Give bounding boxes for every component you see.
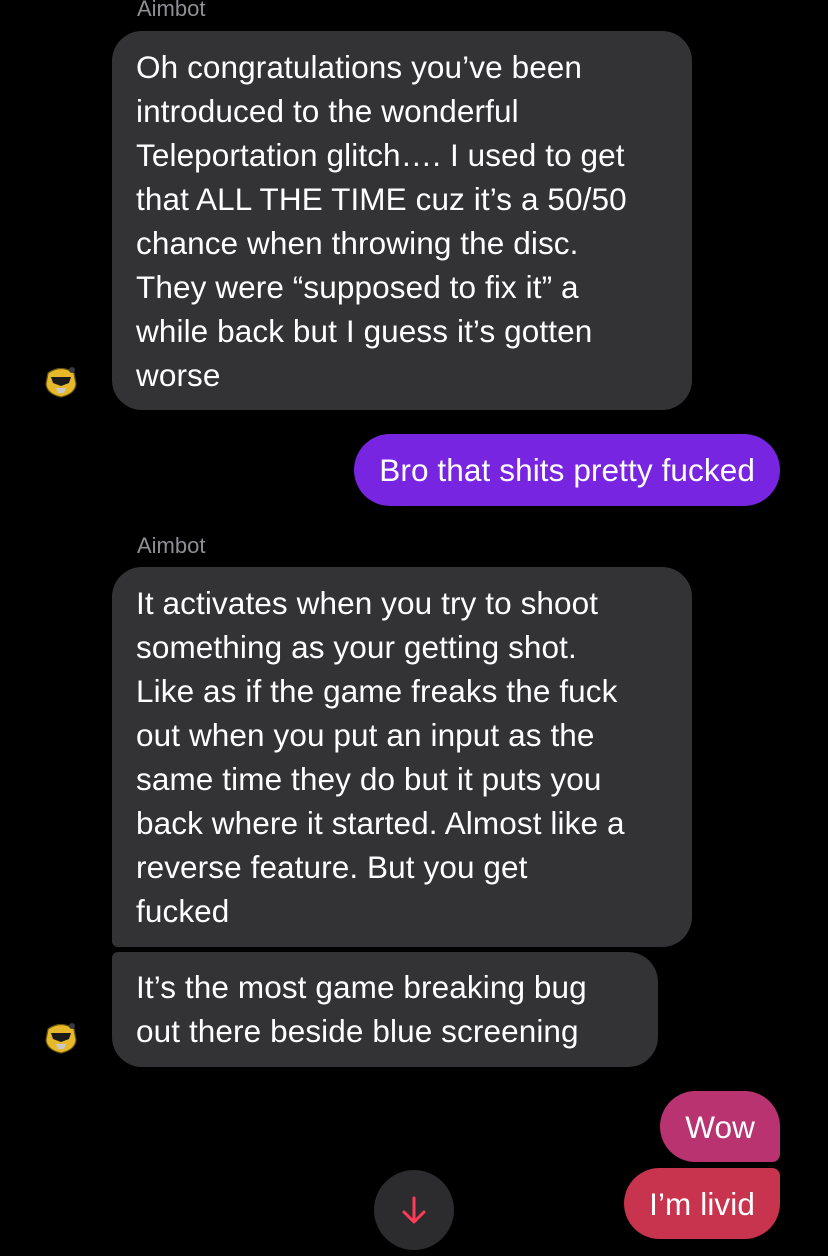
message-line: reverse feature. But you get	[136, 849, 528, 885]
message-line: introduced to the wonderful	[136, 93, 519, 129]
message-line: It activates when you try to shoot	[136, 585, 599, 621]
message-line: that ALL THE TIME cuz it’s a 50/50	[136, 181, 627, 217]
message-bubble-incoming[interactable]: It’s the most game breaking bug out ther…	[112, 952, 658, 1067]
message-bubble-outgoing[interactable]: I’m livid	[624, 1168, 780, 1239]
message-bubble-incoming[interactable]: It activates when you try to shoot somet…	[112, 567, 692, 947]
message-line: worse	[136, 357, 221, 393]
avatar[interactable]	[44, 364, 78, 398]
message-bubble-outgoing[interactable]: Wow	[660, 1091, 780, 1162]
sender-name: Aimbot	[137, 0, 206, 21]
message-line: something as your getting shot.	[136, 629, 577, 665]
yellow-ranger-helmet-icon	[45, 367, 77, 398]
message-line: while back but I guess it’s gotten	[136, 313, 593, 349]
message-line: Like as if the game freaks the fuck	[136, 673, 618, 709]
avatar[interactable]	[44, 1020, 78, 1054]
message-line: It’s the most game breaking bug	[136, 969, 587, 1005]
message-line: Oh congratulations you’ve been	[136, 49, 583, 85]
yellow-ranger-helmet-icon	[45, 1023, 77, 1054]
message-line: out there beside blue screening	[136, 1013, 579, 1049]
message-line: chance when throwing the disc.	[136, 225, 579, 261]
arrow-down-icon	[402, 1196, 426, 1224]
message-line: back where it started. Almost like a	[136, 805, 625, 841]
message-bubble-incoming[interactable]: Oh congratulations you’ve been introduce…	[112, 31, 692, 410]
message-line: out when you put an input as the	[136, 717, 595, 753]
message-line: same time they do but it puts you	[136, 761, 602, 797]
message-line: fucked	[136, 893, 230, 929]
scroll-to-bottom-button[interactable]	[374, 1170, 454, 1250]
sender-name: Aimbot	[137, 533, 206, 558]
message-line: Teleportation glitch…. I used to get	[136, 137, 625, 173]
message-bubble-outgoing[interactable]: Bro that shits pretty fucked	[354, 434, 780, 506]
message-line: They were “supposed to fix it” a	[136, 269, 579, 305]
